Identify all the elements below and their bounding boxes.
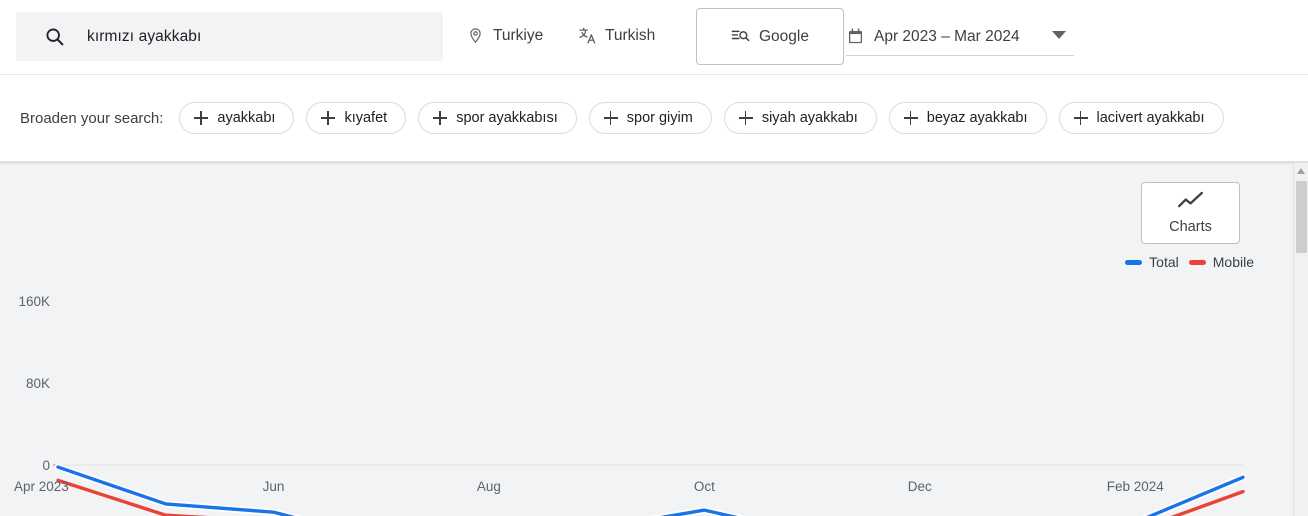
- translate-icon: [578, 26, 597, 45]
- broaden-chip[interactable]: lacivert ayakkabı: [1058, 102, 1224, 134]
- broaden-chip[interactable]: kıyafet: [306, 102, 407, 134]
- y-axis-tick-label: 0: [42, 458, 50, 473]
- language-label: Turkish: [605, 26, 656, 44]
- x-axis-tick-label: Jun: [262, 479, 285, 494]
- broaden-chip-label: kıyafet: [344, 110, 388, 126]
- location-selector[interactable]: Turkiye: [466, 26, 543, 45]
- broaden-chip[interactable]: spor giyim: [588, 102, 712, 134]
- keyword-trends-page: kırmızı ayakkabı Turkiye Turkish Google …: [0, 0, 1308, 516]
- broaden-chip[interactable]: spor ayakkabısı: [418, 102, 577, 134]
- broaden-chip-list: ayakkabı kıyafet spor ayakkabısı spor giyim…: [179, 102, 1224, 134]
- date-range-selector[interactable]: Apr 2023 – Mar 2024: [846, 18, 1074, 56]
- broaden-chip-label: spor ayakkabısı: [456, 110, 558, 126]
- y-axis-tick-label: 160K: [18, 294, 50, 309]
- broaden-chip-label: ayakkabı: [217, 110, 276, 126]
- plus-icon: [194, 111, 209, 125]
- chart-series-halo: [54, 463, 1247, 516]
- scrollbar-thumb[interactable]: [1296, 181, 1307, 253]
- plus-icon: [603, 111, 618, 125]
- date-range-label: Apr 2023 – Mar 2024: [874, 27, 1020, 45]
- scroll-up-arrow-icon[interactable]: [1297, 168, 1305, 174]
- legend-label: Total: [1149, 254, 1179, 270]
- broaden-chip[interactable]: siyah ayakkabı: [723, 102, 877, 134]
- legend-swatch-icon: [1125, 259, 1143, 265]
- source-selector-button[interactable]: Google: [696, 8, 844, 65]
- chart-series-line: [56, 465, 1245, 516]
- plus-icon: [1073, 111, 1088, 125]
- broaden-chip[interactable]: ayakkabı: [179, 102, 295, 134]
- broaden-chip-label: lacivert ayakkabı: [1096, 110, 1205, 126]
- language-selector[interactable]: Turkish: [578, 26, 655, 45]
- broaden-chip-label: siyah ayakkabı: [761, 110, 858, 126]
- x-axis-tick-label: Feb 2024: [1106, 479, 1164, 494]
- charts-button[interactable]: Charts: [1141, 182, 1240, 244]
- broaden-search-label: Broaden your search:: [20, 109, 164, 127]
- chevron-down-icon[interactable]: [1052, 31, 1066, 39]
- location-label: Turkiye: [493, 26, 544, 44]
- plus-icon: [738, 111, 753, 125]
- search-input-value: kırmızı ayakkabı: [87, 27, 202, 45]
- calendar-icon: [846, 27, 865, 46]
- legend-item[interactable]: Mobile: [1188, 254, 1254, 270]
- charts-button-label: Charts: [1169, 219, 1212, 235]
- manage-search-icon: [731, 27, 750, 46]
- chart-legend: Total Mobile: [1125, 254, 1254, 270]
- top-toolbar: kırmızı ayakkabı Turkiye Turkish Google …: [0, 0, 1308, 75]
- vertical-scrollbar[interactable]: [1293, 163, 1308, 516]
- plus-icon: [903, 111, 918, 125]
- line-chart-icon: [1177, 191, 1204, 215]
- x-axis-tick-label: Apr 2023: [14, 479, 69, 494]
- source-label: Google: [759, 27, 809, 45]
- legend-swatch-icon: [1188, 259, 1206, 265]
- x-axis-tick-label: Dec: [907, 479, 932, 494]
- broaden-chip-label: spor giyim: [626, 110, 693, 126]
- location-pin-icon: [466, 26, 485, 45]
- chart-series-line: [56, 478, 1245, 516]
- broaden-chip[interactable]: beyaz ayakkabı: [888, 102, 1047, 134]
- legend-label: Mobile: [1212, 254, 1254, 270]
- x-axis-tick-label: Oct: [693, 479, 715, 494]
- x-axis-tick-label: Aug: [476, 479, 501, 494]
- chart-panel: 0 80K 160K Apr 2023 Jun Aug Oct Dec Feb 2024: [0, 162, 1308, 516]
- search-icon: [42, 25, 66, 49]
- search-input[interactable]: kırmızı ayakkabı: [16, 12, 443, 61]
- legend-item[interactable]: Total: [1125, 254, 1179, 270]
- broaden-search-bar: Broaden your search: ayakkabı kıyafet spor…: [0, 75, 1308, 162]
- plus-icon: [433, 111, 448, 125]
- plus-icon: [321, 111, 336, 125]
- broaden-chip-label: beyaz ayakkabı: [926, 110, 1028, 126]
- y-axis-tick-label: 80K: [25, 376, 50, 391]
